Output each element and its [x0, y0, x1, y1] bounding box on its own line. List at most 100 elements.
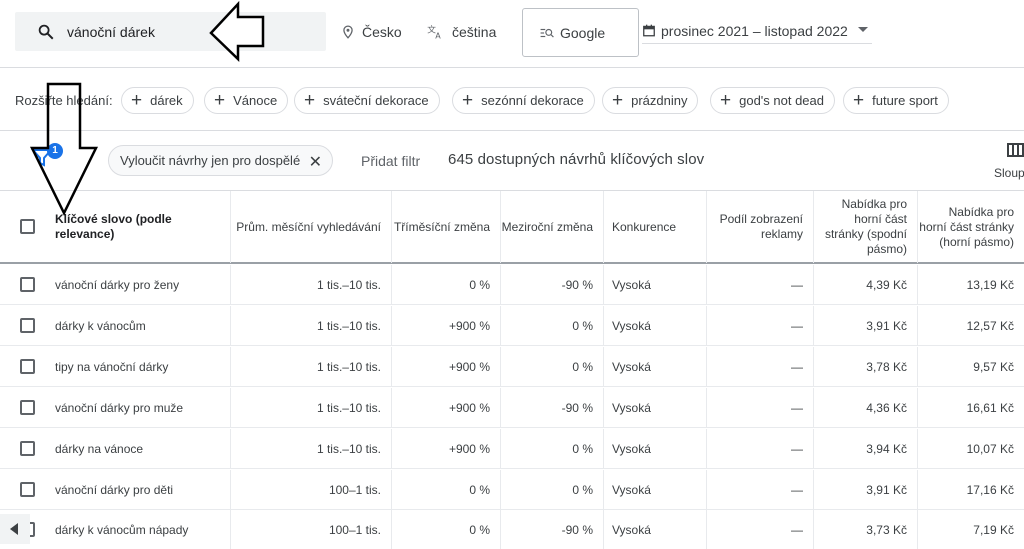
- row-checkbox[interactable]: [20, 482, 35, 497]
- table-row[interactable]: dárky na vánoce 1 tis.–10 tis. +900 % 0 …: [0, 429, 1024, 469]
- yoy-cell: 0 %: [501, 470, 604, 510]
- table-row[interactable]: dárky k vánocům 1 tis.–10 tis. +900 % 0 …: [0, 306, 1024, 346]
- svg-text:A: A: [435, 32, 441, 40]
- plus-icon: +: [720, 90, 732, 111]
- row-checkbox[interactable]: [20, 318, 35, 333]
- bid-high-cell: 13,19 Kč: [966, 278, 1014, 292]
- chevron-down-icon: [858, 27, 868, 32]
- broaden-chip[interactable]: + sezónní dekorace: [452, 87, 595, 114]
- broaden-chip[interactable]: + Vánoce: [204, 87, 289, 114]
- bid-low-cell: 3,78 Kč: [814, 347, 918, 387]
- yoy-cell: -90 %: [501, 265, 604, 305]
- broaden-chip[interactable]: + prázdniny: [602, 87, 699, 114]
- keyword-cell: tipy na vánoční dárky: [47, 347, 231, 387]
- broaden-chip[interactable]: + future sport: [843, 87, 949, 114]
- column-header-keyword[interactable]: Klíčové slovo (podle relevance): [47, 191, 231, 263]
- competition-cell: Vysoká: [604, 510, 707, 549]
- competition-cell: Vysoká: [604, 265, 707, 305]
- row-checkbox[interactable]: [20, 400, 35, 415]
- impression-share-cell: —: [707, 347, 814, 387]
- location-selector[interactable]: Česko: [341, 22, 402, 42]
- filter-count-badge: 1: [47, 143, 63, 159]
- broaden-chip[interactable]: + god's not dead: [710, 87, 835, 114]
- search-input[interactable]: vánoční dárek: [15, 12, 326, 51]
- table-row[interactable]: vánoční dárky pro muže 1 tis.–10 tis. +9…: [0, 388, 1024, 428]
- column-header-impression-share[interactable]: Podíl zobrazení reklamy: [707, 191, 814, 263]
- network-label: Google: [560, 24, 606, 41]
- result-count: 645 dostupných návrhů klíčových slov: [448, 151, 705, 168]
- yoy-cell: -90 %: [501, 510, 604, 549]
- column-header-yoy-change[interactable]: Meziroční změna: [501, 191, 604, 263]
- yoy-cell: 0 %: [501, 429, 604, 469]
- chip-label: sezónní dekorace: [481, 93, 584, 108]
- add-filter-button[interactable]: Přidat filtr: [361, 153, 420, 169]
- table-row[interactable]: vánoční dárky pro děti 100–1 tis. 0 % 0 …: [0, 470, 1024, 510]
- bid-high-cell: 17,16 Kč: [966, 483, 1014, 497]
- keyword-cell: dárky k vánocům: [47, 306, 231, 346]
- bid-high-cell: 9,57 Kč: [973, 360, 1014, 374]
- competition-cell: Vysoká: [604, 306, 707, 346]
- plus-icon: +: [612, 90, 624, 111]
- broaden-chip[interactable]: + sváteční dekorace: [294, 87, 440, 114]
- row-checkbox[interactable]: [20, 359, 35, 374]
- select-all-checkbox[interactable]: [20, 219, 35, 234]
- competition-cell: Vysoká: [604, 470, 707, 510]
- top-bar: vánoční dárek Česko 文 A čeština Google p…: [0, 0, 1024, 68]
- bid-low-cell: 3,91 Kč: [814, 470, 918, 510]
- chip-label: future sport: [872, 93, 938, 108]
- impression-share-cell: —: [707, 306, 814, 346]
- column-header-avg-searches[interactable]: Prům. měsíční vyhledávání: [231, 191, 392, 263]
- table-row[interactable]: tipy na vánoční dárky 1 tis.–10 tis. +90…: [0, 347, 1024, 387]
- table-row[interactable]: dárky k vánocům nápady 100–1 tis. 0 % -9…: [0, 510, 1024, 549]
- bid-low-cell: 4,36 Kč: [814, 388, 918, 428]
- active-filter-chip[interactable]: Vyloučit návrhy jen pro dospělé ✕: [108, 145, 333, 176]
- keyword-cell: vánoční dárky pro muže: [47, 388, 231, 428]
- three-month-cell: +900 %: [392, 306, 501, 346]
- avg-searches-cell: 1 tis.–10 tis.: [231, 388, 392, 428]
- date-range-selector[interactable]: prosinec 2021 – listopad 2022: [642, 18, 872, 44]
- broaden-search-bar: Rozšiřte hledání: + dárek + Vánoce + sváteč…: [0, 69, 1024, 131]
- broaden-chip[interactable]: + dárek: [121, 87, 194, 114]
- location-label: Česko: [362, 24, 402, 40]
- plus-icon: +: [853, 90, 865, 111]
- network-selector[interactable]: Google: [522, 8, 639, 57]
- close-icon[interactable]: ✕: [309, 152, 322, 172]
- three-month-cell: 0 %: [392, 510, 501, 549]
- impression-share-cell: —: [707, 510, 814, 549]
- column-header-three-month-change[interactable]: Tříměsíční změna: [392, 191, 501, 263]
- table-row[interactable]: vánoční dárky pro ženy 1 tis.–10 tis. 0 …: [0, 265, 1024, 305]
- plus-icon: +: [214, 90, 226, 111]
- keyword-cell: vánoční dárky pro děti: [47, 470, 231, 510]
- competition-cell: Vysoká: [604, 429, 707, 469]
- three-month-cell: +900 %: [392, 347, 501, 387]
- column-header-bid-low[interactable]: Nabídka pro horní část stránky (spodní p…: [814, 191, 918, 263]
- chip-label: prázdniny: [631, 93, 688, 108]
- three-month-cell: +900 %: [392, 388, 501, 428]
- arrow-left-icon: [10, 523, 18, 535]
- avg-searches-cell: 100–1 tis.: [231, 510, 392, 549]
- language-selector[interactable]: 文 A čeština: [427, 22, 496, 42]
- date-range-label: prosinec 2021 – listopad 2022: [661, 22, 848, 39]
- three-month-cell: 0 %: [392, 265, 501, 305]
- impression-share-cell: —: [707, 429, 814, 469]
- bid-high-cell: 7,19 Kč: [973, 523, 1014, 537]
- keyword-cell: vánoční dárky pro ženy: [47, 265, 231, 305]
- keyword-cell: dárky k vánocům nápady: [47, 510, 231, 549]
- column-header-bid-high[interactable]: Nabídka pro horní část stránky (horní pá…: [918, 191, 1024, 263]
- columns-button-label[interactable]: Sloup: [994, 166, 1024, 180]
- column-header-competition[interactable]: Konkurence: [604, 191, 707, 263]
- columns-icon[interactable]: [1007, 143, 1024, 157]
- scroll-left-button[interactable]: [0, 514, 30, 544]
- competition-cell: Vysoká: [604, 388, 707, 428]
- row-checkbox[interactable]: [20, 441, 35, 456]
- row-checkbox[interactable]: [20, 277, 35, 292]
- avg-searches-cell: 1 tis.–10 tis.: [231, 347, 392, 387]
- competition-cell: Vysoká: [604, 347, 707, 387]
- three-month-cell: 0 %: [392, 470, 501, 510]
- bid-low-cell: 3,73 Kč: [814, 510, 918, 549]
- search-network-icon: [540, 28, 554, 37]
- bid-low-cell: 3,91 Kč: [814, 306, 918, 346]
- plus-icon: +: [462, 90, 474, 111]
- avg-searches-cell: 100–1 tis.: [231, 470, 392, 510]
- plus-icon: +: [131, 90, 143, 111]
